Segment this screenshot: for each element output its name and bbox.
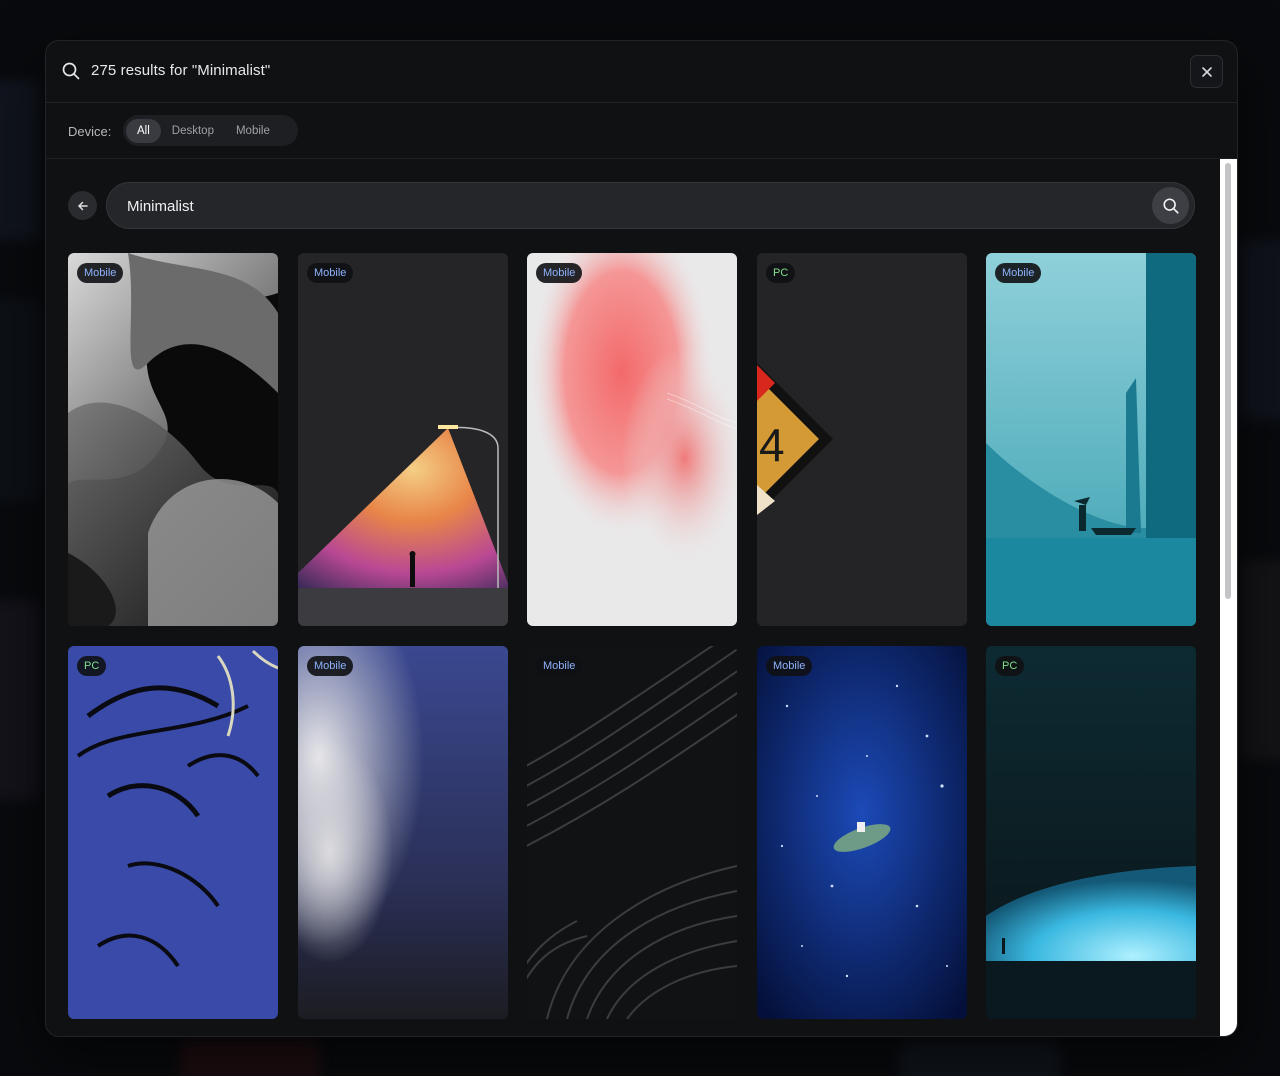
device-badge: PC xyxy=(995,656,1025,676)
device-option-desktop[interactable]: Desktop xyxy=(161,119,225,143)
wallpaper-thumbnail xyxy=(298,646,508,1019)
wallpaper-card[interactable]: PC xyxy=(68,646,278,1019)
device-badge: Mobile xyxy=(766,656,813,676)
device-badge: Mobile xyxy=(77,263,124,283)
device-segmented-control: All Desktop Mobile xyxy=(123,115,298,146)
device-badge: Mobile xyxy=(307,656,354,676)
device-filter-bar: Device: All Desktop Mobile xyxy=(46,103,1237,159)
wallpaper-card[interactable]: 4 PC xyxy=(757,253,967,626)
wallpaper-card[interactable]: Mobile xyxy=(527,646,737,1019)
results-title: 275 results for "Minimalist" xyxy=(91,62,271,79)
back-button[interactable] xyxy=(68,191,97,220)
device-badge: Mobile xyxy=(536,656,583,676)
search-icon xyxy=(1162,197,1179,214)
device-filter-label: Device: xyxy=(68,124,112,139)
search-icon xyxy=(62,62,80,80)
scrollbar-thumb[interactable] xyxy=(1225,163,1231,599)
device-badge: PC xyxy=(766,263,796,283)
wallpaper-thumbnail xyxy=(68,253,278,626)
wallpaper-card[interactable]: Mobile xyxy=(298,253,508,626)
wallpaper-card[interactable]: Mobile xyxy=(527,253,737,626)
wallpaper-thumbnail xyxy=(68,646,278,1019)
wallpaper-thumbnail xyxy=(527,646,737,1019)
arrow-left-icon xyxy=(77,201,88,210)
close-icon xyxy=(1201,66,1212,77)
wallpaper-thumbnail xyxy=(986,253,1196,626)
search-submit-button[interactable] xyxy=(1152,187,1189,224)
device-badge: Mobile xyxy=(307,263,354,283)
wallpaper-card[interactable]: Mobile xyxy=(986,253,1196,626)
wallpaper-thumbnail: 4 xyxy=(757,253,967,626)
wallpaper-thumbnail xyxy=(298,253,508,626)
wallpaper-card[interactable]: Mobile xyxy=(757,646,967,1019)
search-results-modal: 275 results for "Minimalist" Device: All… xyxy=(45,40,1238,1037)
search-input[interactable] xyxy=(125,183,1129,230)
wallpaper-card[interactable]: PC xyxy=(986,646,1196,1019)
wallpaper-card[interactable]: Mobile xyxy=(68,253,278,626)
results-content: Mobile Mobile xyxy=(46,159,1220,1036)
device-option-mobile[interactable]: Mobile xyxy=(225,119,281,143)
wallpaper-thumbnail xyxy=(757,646,967,1019)
device-badge: Mobile xyxy=(536,263,583,283)
modal-header: 275 results for "Minimalist" xyxy=(46,41,1237,103)
device-badge: PC xyxy=(77,656,107,676)
search-bar xyxy=(106,182,1195,230)
device-badge: Mobile xyxy=(995,263,1042,283)
close-button[interactable] xyxy=(1190,55,1223,88)
wallpaper-thumbnail xyxy=(986,646,1196,1019)
wallpaper-card[interactable]: Mobile xyxy=(298,646,508,1019)
svg-text:4: 4 xyxy=(759,419,785,471)
results-scrollbar[interactable] xyxy=(1220,159,1237,1036)
wallpaper-thumbnail xyxy=(527,253,737,626)
device-option-all[interactable]: All xyxy=(126,118,161,143)
